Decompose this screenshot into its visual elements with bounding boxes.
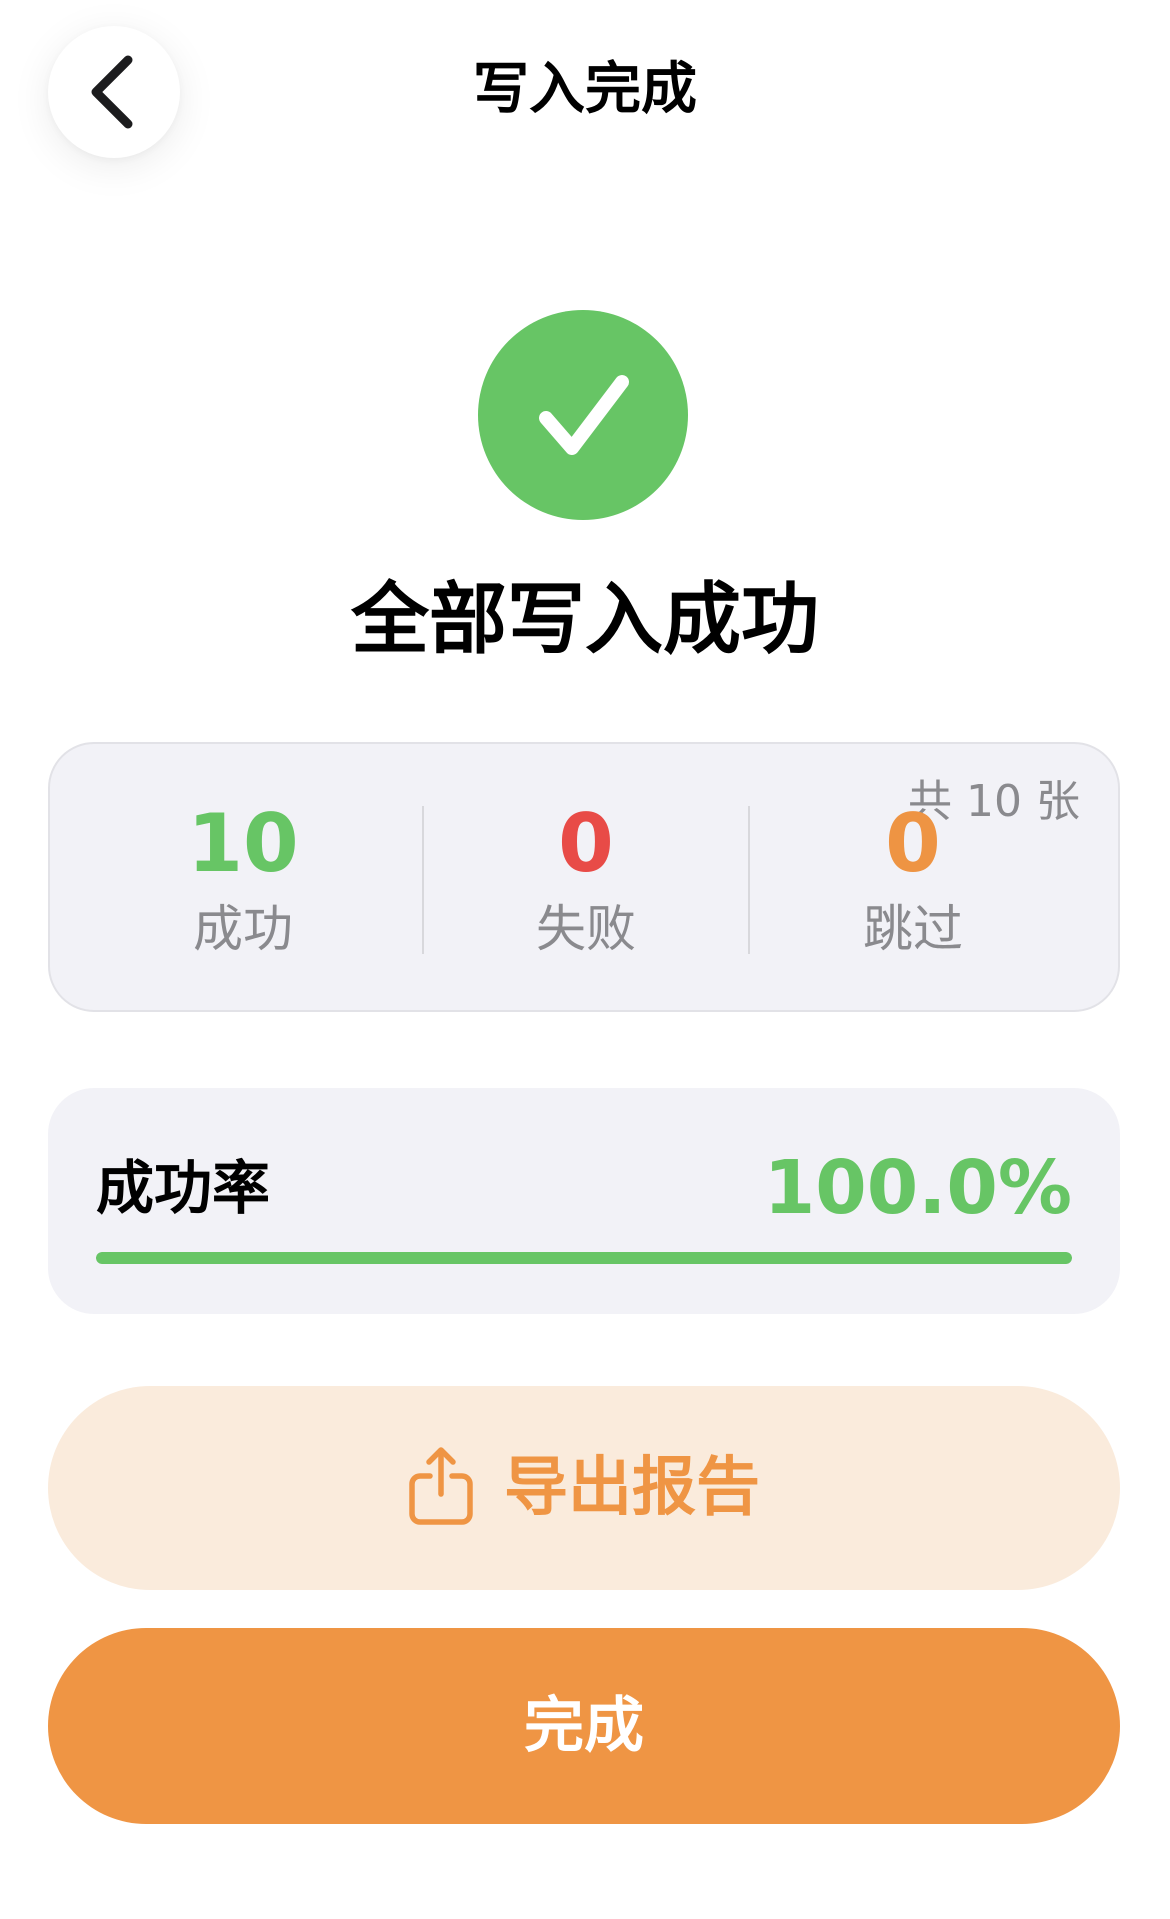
- done-label: 完成: [524, 1691, 644, 1761]
- page-title: 写入完成: [473, 57, 697, 122]
- done-button[interactable]: 完成: [48, 1628, 1120, 1824]
- progress-bar-fill: [96, 1252, 1072, 1264]
- stat-skipped: 0 跳过: [750, 794, 1076, 962]
- success-label: 成功: [193, 900, 293, 958]
- success-rate-card: 成功率 100.0%: [48, 1088, 1120, 1314]
- stats-card: 共 10 张 10 成功 0 失败 0 跳过: [48, 742, 1120, 1012]
- success-rate-label: 成功率: [96, 1154, 271, 1222]
- failed-count: 0: [558, 797, 614, 890]
- progress-bar: [96, 1252, 1072, 1264]
- success-rate-value: 100.0%: [763, 1145, 1072, 1231]
- result-title: 全部写入成功: [350, 575, 819, 665]
- stat-success: 10 成功: [80, 794, 406, 962]
- skipped-label: 跳过: [863, 900, 963, 958]
- export-report-label: 导出报告: [504, 1451, 760, 1525]
- stat-failed: 0 失败: [423, 794, 749, 962]
- checkmark-circle-icon: [478, 310, 688, 520]
- share-icon: [408, 1446, 474, 1530]
- export-report-button[interactable]: 导出报告: [48, 1386, 1120, 1590]
- failed-label: 失败: [536, 900, 636, 958]
- success-count: 10: [187, 797, 299, 890]
- skipped-count: 0: [885, 797, 941, 890]
